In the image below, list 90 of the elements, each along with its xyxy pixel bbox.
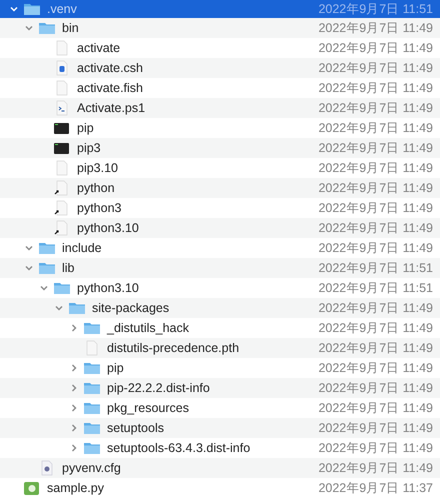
file-row[interactable]: activate 2022年9月7日 11:49 [0, 38, 440, 58]
terminal-icon [53, 120, 71, 136]
file-name: pip3 [77, 141, 102, 155]
file-row[interactable]: include 2022年9月7日 11:49 [0, 238, 440, 258]
modified-date: 2022年9月7日 11:51 [318, 0, 433, 18]
modified-date: 2022年9月7日 11:51 [318, 260, 433, 276]
file-row[interactable]: pip-22.2.2.dist-info 2022年9月7日 11:49 [0, 378, 440, 398]
folder-icon [83, 420, 101, 436]
modified-date: 2022年9月7日 11:49 [318, 140, 433, 156]
file-row[interactable]: pyvenv.cfg 2022年9月7日 11:49 [0, 458, 440, 478]
file-row[interactable]: lib 2022年9月7日 11:51 [0, 258, 440, 278]
file-name: python3 [77, 201, 122, 215]
file-row[interactable]: distutils-precedence.pth 2022年9月7日 11:49 [0, 338, 440, 358]
modified-date: 2022年9月7日 11:49 [318, 200, 433, 216]
file-name: sample.py [47, 481, 105, 495]
file-name: pyvenv.cfg [62, 461, 122, 475]
modified-date: 2022年9月7日 11:49 [318, 380, 433, 396]
file-name: Activate.ps1 [77, 101, 146, 115]
file-row[interactable]: setuptools 2022年9月7日 11:49 [0, 418, 440, 438]
terminal-icon [53, 140, 71, 156]
file-name: activate.csh [77, 61, 144, 75]
file-row[interactable]: pip3 2022年9月7日 11:49 [0, 138, 440, 158]
modified-date: 2022年9月7日 11:49 [318, 120, 433, 136]
file-name: site-packages [92, 301, 170, 315]
modified-date: 2022年9月7日 11:49 [318, 300, 433, 316]
file-name: python3.10 [77, 221, 140, 235]
folder-icon [23, 1, 41, 17]
modified-date: 2022年9月7日 11:49 [318, 180, 433, 196]
modified-date: 2022年9月7日 11:49 [318, 320, 433, 336]
file-name: lib [62, 261, 76, 275]
file-name: pip-22.2.2.dist-info [107, 381, 211, 395]
file-name: activate [77, 41, 122, 55]
modified-date: 2022年9月7日 11:49 [318, 20, 433, 36]
file-name: python [77, 181, 116, 195]
file-row[interactable]: pip 2022年9月7日 11:49 [0, 358, 440, 378]
folder-icon [83, 440, 101, 456]
file-row[interactable]: python 2022年9月7日 11:49 [0, 178, 440, 198]
file-name: pip [107, 361, 125, 375]
file-name: _distutils_hack [107, 321, 190, 335]
file-row[interactable]: activate.csh 2022年9月7日 11:49 [0, 58, 440, 78]
file-name: pip3.10 [77, 161, 120, 175]
file-name: pip [77, 121, 95, 135]
modified-date: 2022年9月7日 11:37 [318, 480, 433, 496]
file-name: distutils-precedence.pth [107, 341, 240, 355]
file-name: pkg_resources [107, 401, 190, 415]
folder-icon [38, 260, 56, 276]
modified-date: 2022年9月7日 11:49 [318, 240, 433, 256]
python-file-icon [23, 480, 41, 496]
folder-icon [83, 360, 101, 376]
file-row[interactable]: activate.fish 2022年9月7日 11:49 [0, 78, 440, 98]
file-name: include [62, 241, 103, 255]
file-name: bin [62, 21, 80, 35]
modified-date: 2022年9月7日 11:49 [318, 440, 433, 456]
file-row[interactable]: pkg_resources 2022年9月7日 11:49 [0, 398, 440, 418]
file-name: setuptools [107, 421, 165, 435]
file-row[interactable]: bin 2022年9月7日 11:49 [0, 18, 440, 38]
file-row[interactable]: setuptools-63.4.3.dist-info 2022年9月7日 11:49 [0, 438, 440, 458]
file-name: .venv [47, 2, 78, 16]
modified-date: 2022年9月7日 11:49 [318, 220, 433, 236]
file-name: setuptools-63.4.3.dist-info [107, 441, 252, 455]
folder-icon [83, 400, 101, 416]
modified-date: 2022年9月7日 11:49 [318, 420, 433, 436]
file-row[interactable]: _distutils_hack 2022年9月7日 11:49 [0, 318, 440, 338]
folder-icon [68, 300, 86, 316]
modified-date: 2022年9月7日 11:49 [318, 100, 433, 116]
modified-date: 2022年9月7日 11:49 [318, 360, 433, 376]
file-row[interactable]: pip 2022年9月7日 11:49 [0, 118, 440, 138]
file-row[interactable]: Activate.ps1 2022年9月7日 11:49 [0, 98, 440, 118]
file-row[interactable]: .venv 2022年9月7日 11:51 [0, 0, 440, 18]
file-row[interactable]: python3.10 2022年9月7日 11:49 [0, 218, 440, 238]
modified-date: 2022年9月7日 11:49 [318, 460, 433, 476]
modified-date: 2022年9月7日 11:49 [318, 40, 433, 56]
modified-date: 2022年9月7日 11:49 [318, 80, 433, 96]
file-row[interactable]: python3 2022年9月7日 11:49 [0, 198, 440, 218]
folder-icon [53, 280, 71, 296]
folder-icon [38, 240, 56, 256]
file-row[interactable]: pip3.10 2022年9月7日 11:49 [0, 158, 440, 178]
file-row[interactable]: sample.py 2022年9月7日 11:37 [0, 478, 440, 498]
file-name: python3.10 [77, 281, 140, 295]
modified-date: 2022年9月7日 11:49 [318, 60, 433, 76]
modified-date: 2022年9月7日 11:49 [318, 340, 433, 356]
modified-date: 2022年9月7日 11:49 [318, 160, 433, 176]
modified-date: 2022年9月7日 11:51 [318, 280, 433, 296]
folder-icon [83, 380, 101, 396]
modified-date: 2022年9月7日 11:49 [318, 400, 433, 416]
file-row[interactable]: site-packages 2022年9月7日 11:49 [0, 298, 440, 318]
file-name: activate.fish [77, 81, 144, 95]
folder-icon [38, 20, 56, 36]
file-row[interactable]: python3.10 2022年9月7日 11:51 [0, 278, 440, 298]
folder-icon [83, 320, 101, 336]
